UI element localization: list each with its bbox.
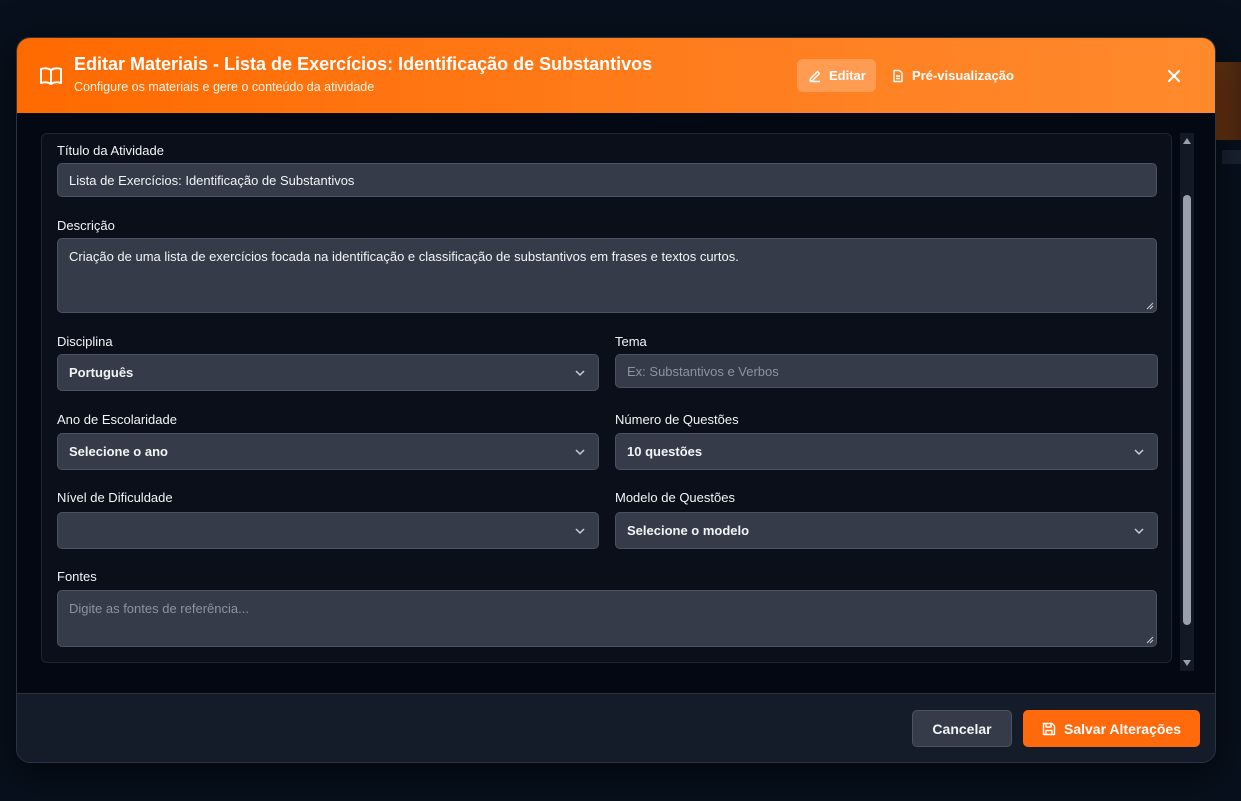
chevron-down-icon <box>575 527 585 534</box>
save-button-label: Salvar Alterações <box>1064 720 1181 737</box>
scrollbar-thumb[interactable] <box>1183 195 1191 625</box>
discipline-select[interactable]: Português <box>57 354 599 391</box>
document-icon <box>893 69 903 82</box>
description-label: Descrição <box>57 218 115 233</box>
scroll-down-arrow-icon[interactable] <box>1183 660 1191 666</box>
tab-preview[interactable]: Pré-visualização <box>880 59 1025 92</box>
sources-textarea[interactable]: Digite as fontes de referência... <box>57 590 1157 647</box>
description-textarea[interactable]: Criação de uma lista de exercícios focad… <box>57 238 1157 313</box>
sources-placeholder: Digite as fontes de referência... <box>69 601 249 616</box>
save-icon <box>1042 722 1056 735</box>
tab-preview-label: Pré-visualização <box>912 68 1014 83</box>
grade-value: Selecione o ano <box>69 444 168 459</box>
form-scroll-panel[interactable]: Título da Atividade Lista de Exercícios:… <box>41 133 1172 663</box>
vertical-scrollbar[interactable] <box>1180 133 1194 671</box>
title-input[interactable]: Lista de Exercícios: Identificação de Su… <box>57 163 1157 197</box>
theme-input[interactable]: Ex: Substantivos e Verbos <box>615 354 1158 388</box>
modal-subtitle: Configure os materiais e gere o conteúdo… <box>74 80 375 94</box>
cancel-button[interactable]: Cancelar <box>912 710 1012 747</box>
background-element <box>1222 150 1241 164</box>
grade-label: Ano de Escolaridade <box>57 412 177 427</box>
discipline-label: Disciplina <box>57 334 113 349</box>
chevron-down-icon <box>1134 527 1144 534</box>
modal-title: Editar Materiais - Lista de Exercícios: … <box>74 54 653 74</box>
questions-count-value: 10 questões <box>627 444 703 459</box>
chevron-down-icon <box>1134 448 1144 455</box>
chevron-down-icon <box>575 448 585 455</box>
difficulty-select[interactable] <box>57 512 599 549</box>
sources-label: Fontes <box>57 569 97 584</box>
question-model-select[interactable]: Selecione o modelo <box>615 512 1158 549</box>
modal-body: Título da Atividade Lista de Exercícios:… <box>17 113 1215 693</box>
save-changes-button[interactable]: Salvar Alterações <box>1023 710 1200 747</box>
tab-edit-label: Editar <box>829 68 866 83</box>
difficulty-label: Nível de Dificuldade <box>57 490 173 505</box>
theme-placeholder: Ex: Substantivos e Verbos <box>627 363 779 379</box>
tab-edit[interactable]: Editar <box>797 59 876 92</box>
description-value: Criação de uma lista de exercícios focad… <box>69 249 739 264</box>
resize-grip-icon[interactable] <box>1146 302 1154 310</box>
question-model-label: Modelo de Questões <box>615 490 735 505</box>
modal-header: Editar Materiais - Lista de Exercícios: … <box>17 38 1215 113</box>
questions-count-select[interactable]: 10 questões <box>615 433 1158 470</box>
grade-select[interactable]: Selecione o ano <box>57 433 599 470</box>
discipline-value: Português <box>69 365 134 380</box>
chevron-down-icon <box>575 369 585 376</box>
pencil-icon <box>809 70 821 82</box>
questions-count-label: Número de Questões <box>615 412 739 427</box>
theme-label: Tema <box>615 334 647 349</box>
resize-grip-icon[interactable] <box>1146 636 1154 644</box>
cancel-button-label: Cancelar <box>932 720 992 737</box>
book-icon <box>40 67 62 85</box>
edit-materials-modal: Editar Materiais - Lista de Exercícios: … <box>16 37 1216 763</box>
modal-footer: Cancelar Salvar Alterações <box>17 693 1215 762</box>
question-model-value: Selecione o modelo <box>627 523 750 538</box>
title-value: Lista de Exercícios: Identificação de Su… <box>69 172 355 188</box>
title-label: Título da Atividade <box>57 143 164 158</box>
close-icon[interactable] <box>1162 64 1186 88</box>
scroll-up-arrow-icon[interactable] <box>1183 138 1191 144</box>
